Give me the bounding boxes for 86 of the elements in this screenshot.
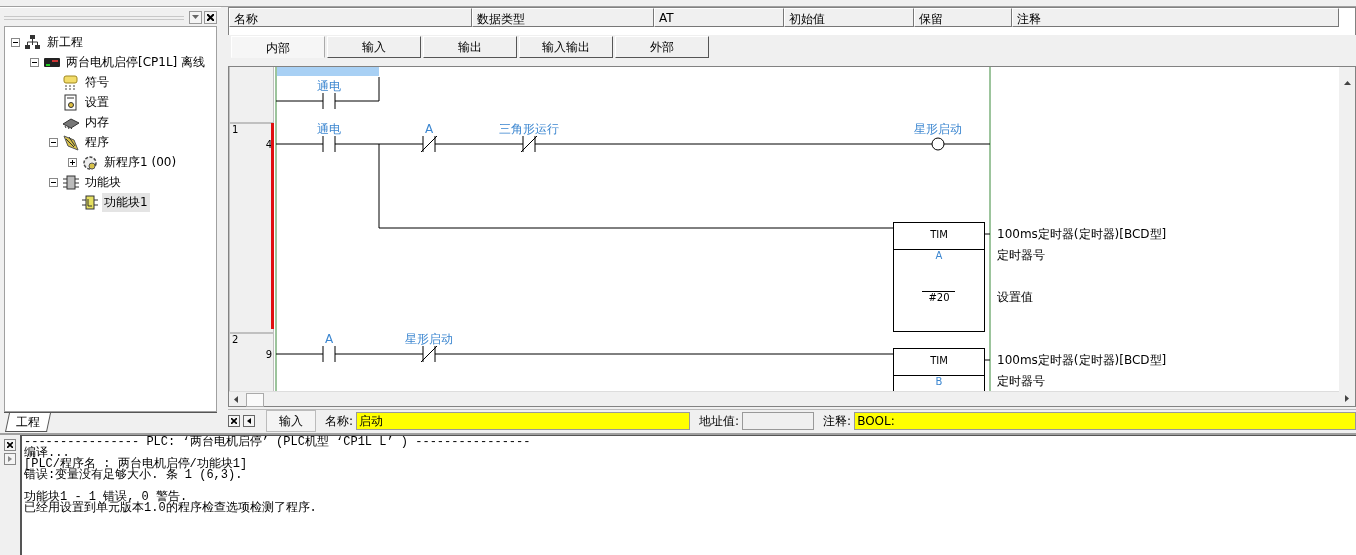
operand-label: A — [324, 331, 334, 346]
log-line: 已经用设置到单元版本1.0的程序检查选项检测了程序. — [24, 503, 318, 514]
normally-closed-contact[interactable] — [420, 345, 438, 363]
log-line: 编译... — [24, 448, 70, 459]
operand-label: B — [935, 375, 943, 387]
operand-label: 通电 — [317, 78, 341, 93]
tree-item[interactable]: 符号 — [83, 72, 111, 92]
close-icon — [207, 13, 214, 21]
close-button[interactable] — [228, 415, 240, 428]
caret-icon — [247, 418, 251, 425]
tree-item[interactable]: 两台电机启停[CP1L] 离线 — [64, 52, 208, 72]
block-icon — [81, 193, 99, 211]
address-field[interactable] — [742, 412, 815, 431]
column-header[interactable]: 注释 — [1012, 8, 1339, 27]
right-arrow-icon — [1345, 394, 1349, 402]
field-label: 地址值: — [699, 412, 740, 430]
log-line: 错误:变量没有足够大小. 条 1 (6,3). — [24, 470, 243, 481]
operand-label: 通电 — [317, 121, 341, 136]
tab[interactable]: 输入 — [327, 36, 421, 59]
up-arrow-icon — [1344, 80, 1351, 85]
operand-description: 定时器号 — [997, 373, 1045, 388]
normally-closed-contact[interactable] — [420, 135, 438, 153]
operand-description: 100ms定时器(定时器)[BCD型] — [997, 352, 1167, 367]
panel-tab[interactable]: 工程 — [5, 413, 51, 432]
tab[interactable]: 外部 — [615, 36, 709, 59]
caret-icon — [192, 15, 199, 19]
tree-item[interactable]: 新工程 — [45, 32, 85, 52]
normally-open-contact[interactable] — [322, 135, 336, 153]
block-icon — [62, 173, 80, 191]
operand-label: 三角形运行 — [499, 121, 559, 136]
step-number: 9 — [265, 348, 272, 360]
operand-label: 星形启动 — [405, 331, 453, 346]
close-button[interactable] — [4, 439, 16, 451]
expand-icon[interactable] — [67, 157, 77, 167]
left-arrow-icon — [234, 395, 238, 403]
instruction-label: TIM — [930, 228, 948, 240]
tree-item[interactable]: 内存 — [83, 112, 111, 132]
tree-item[interactable]: 功能块1 — [102, 192, 150, 212]
instruction-label: TIM — [930, 354, 948, 366]
tree-item[interactable]: 设置 — [83, 92, 111, 112]
caret-icon — [8, 456, 12, 462]
document-icon — [62, 93, 80, 111]
tab[interactable]: 内部 — [231, 36, 325, 59]
dropdown-button[interactable] — [189, 10, 202, 24]
operand-label: A — [935, 249, 943, 261]
comment-field[interactable]: BOOL: — [854, 412, 1356, 431]
rung-number: 2 — [232, 333, 239, 345]
overline — [921, 290, 956, 292]
column-header[interactable]: 名称 — [229, 8, 472, 27]
normally-open-contact[interactable] — [322, 345, 336, 363]
operand-label: A — [424, 121, 434, 136]
column-header[interactable]: AT — [654, 8, 784, 27]
column-header[interactable]: 初始值 — [784, 8, 914, 27]
normally-open-contact[interactable] — [322, 92, 336, 110]
tab[interactable]: 输出 — [423, 36, 517, 59]
collapse-icon[interactable] — [48, 137, 58, 147]
close-button[interactable] — [204, 10, 217, 24]
tab[interactable]: 输入输出 — [519, 36, 613, 59]
rung-number: 1 — [232, 123, 239, 135]
column-header[interactable]: 数据类型 — [472, 8, 654, 27]
network-icon — [24, 33, 42, 51]
field-label: 注释: — [823, 412, 852, 430]
normally-closed-contact[interactable] — [520, 135, 538, 153]
operand-description: 定时器号 — [997, 247, 1045, 262]
timer-block[interactable] — [892, 347, 986, 391]
field-label: 名称: — [325, 412, 354, 430]
scrollbar-thumb[interactable] — [246, 392, 264, 407]
tree-item[interactable]: 程序 — [83, 132, 111, 152]
operand-description: 100ms定时器(定时器)[BCD型] — [997, 226, 1167, 241]
name-field[interactable]: 启动 — [356, 412, 691, 431]
column-header[interactable]: 保留 — [914, 8, 1012, 27]
collapse-icon[interactable] — [29, 57, 39, 67]
mode-button[interactable]: 输入 — [266, 410, 316, 433]
operand-label: 星形启动 — [914, 121, 962, 136]
close-icon — [7, 442, 13, 448]
tree-item[interactable]: 功能块 — [83, 172, 123, 192]
timer-block[interactable] — [892, 221, 986, 332]
operand-value: #20 — [928, 291, 950, 303]
table-icon — [62, 73, 80, 91]
tree-item[interactable]: 新程序1 (00) — [102, 152, 179, 172]
output-coil[interactable] — [931, 137, 945, 151]
collapse-icon[interactable] — [48, 177, 58, 187]
operand-description: 设置值 — [997, 289, 1033, 304]
close-icon — [231, 418, 237, 425]
collapse-button[interactable] — [243, 415, 255, 428]
collapse-icon[interactable] — [10, 37, 20, 47]
